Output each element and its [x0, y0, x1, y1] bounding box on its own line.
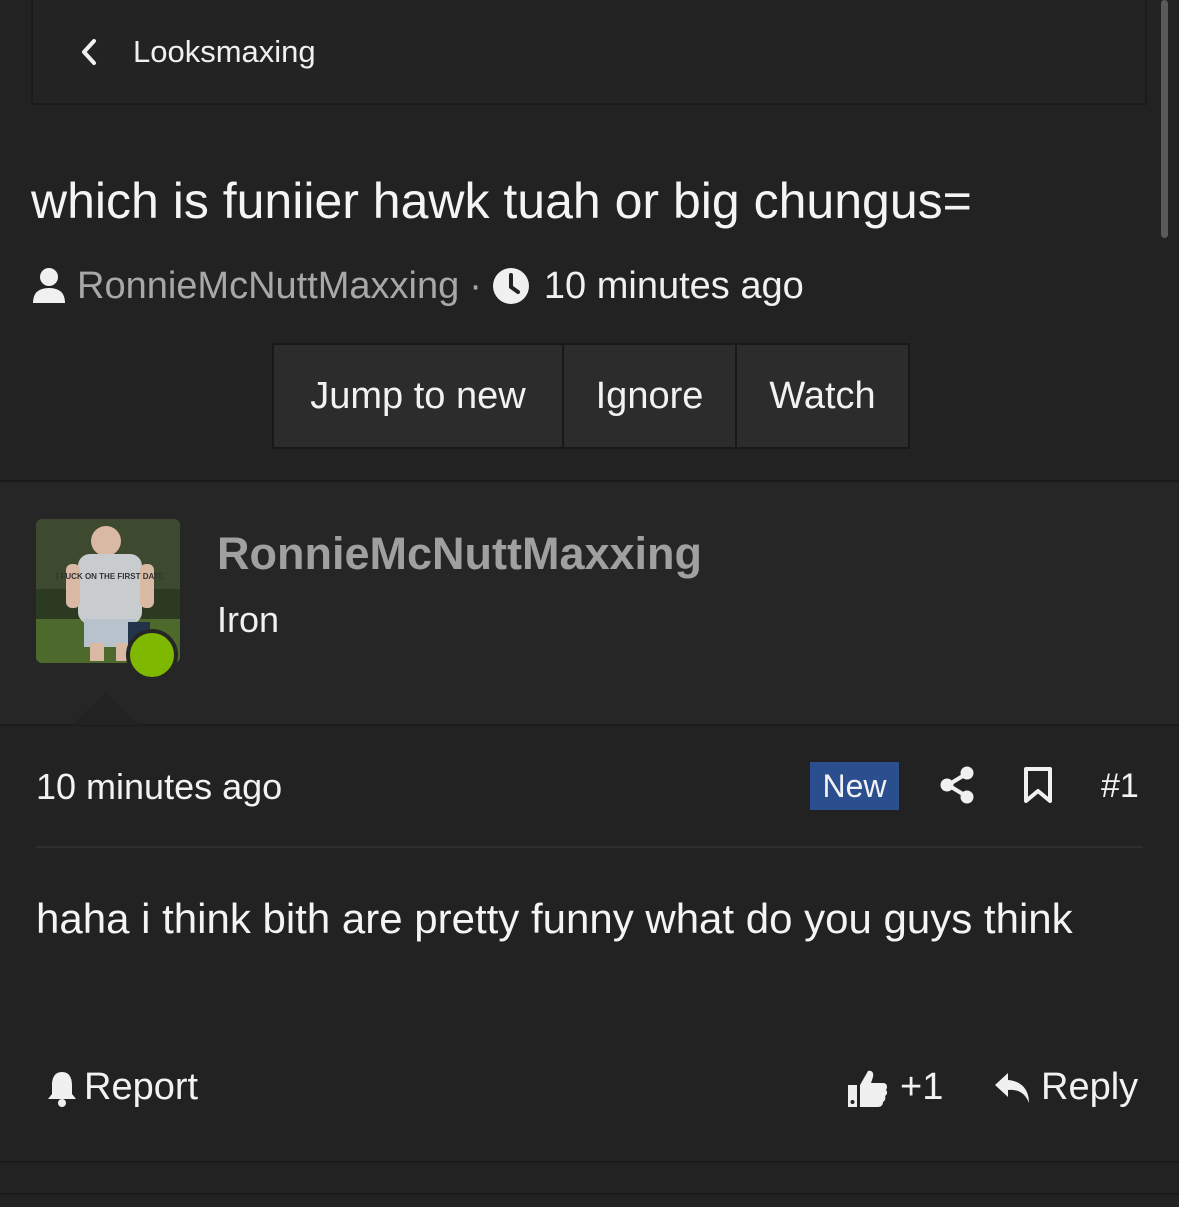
watch-button[interactable]: Watch — [737, 345, 908, 447]
thread-time[interactable]: 10 minutes ago — [544, 265, 804, 308]
bell-icon — [48, 1071, 76, 1107]
reply-button[interactable]: Reply — [993, 1066, 1138, 1109]
jump-to-new-button[interactable]: Jump to new — [274, 345, 564, 447]
post-username[interactable]: RonnieMcNuttMaxxing — [217, 528, 702, 580]
post-user-block: I FUCK ON THE FIRST DATE RonnieMcNuttMax… — [0, 482, 1179, 724]
reply-label: Reply — [1041, 1066, 1139, 1108]
like-button[interactable]: +1 — [846, 1066, 943, 1109]
thread-meta: RonnieMcNuttMaxxing · 10 minutes ago — [31, 262, 804, 310]
meta-separator: · — [469, 264, 482, 307]
thread-title: which is funiier hawk tuah or big chungu… — [31, 173, 972, 229]
divider — [0, 1193, 1179, 1195]
divider — [0, 1161, 1179, 1163]
ignore-button[interactable]: Ignore — [564, 345, 737, 447]
post-number-link[interactable]: #1 — [1101, 767, 1139, 806]
message-pointer — [72, 693, 140, 725]
thread-actions: Jump to new Ignore Watch — [272, 343, 910, 449]
online-status-indicator — [126, 629, 178, 681]
post-body: haha i think bith are pretty funny what … — [36, 895, 1073, 942]
new-badge: New — [810, 762, 899, 810]
user-rank: Iron — [217, 599, 280, 640]
breadcrumb-label[interactable]: Looksmaxing — [133, 34, 316, 70]
breadcrumb[interactable]: Looksmaxing — [31, 0, 1147, 105]
user-icon — [33, 268, 65, 303]
share-icon[interactable] — [940, 766, 974, 804]
report-label: Report — [84, 1066, 199, 1108]
post-time[interactable]: 10 minutes ago — [36, 766, 282, 808]
like-count: +1 — [900, 1066, 944, 1108]
scrollbar[interactable] — [1161, 0, 1168, 238]
divider — [0, 724, 1179, 726]
bookmark-icon[interactable] — [1023, 766, 1053, 804]
thumbs-up-icon — [848, 1070, 888, 1107]
reply-arrow-icon — [995, 1072, 1029, 1103]
report-button[interactable]: Report — [46, 1066, 198, 1109]
chevron-left-icon — [82, 39, 96, 65]
thread-author[interactable]: RonnieMcNuttMaxxing — [77, 265, 459, 308]
clock-icon — [492, 268, 529, 304]
divider — [36, 846, 1143, 848]
avatar-shirt-text: I FUCK ON THE FIRST DATE — [56, 572, 165, 581]
